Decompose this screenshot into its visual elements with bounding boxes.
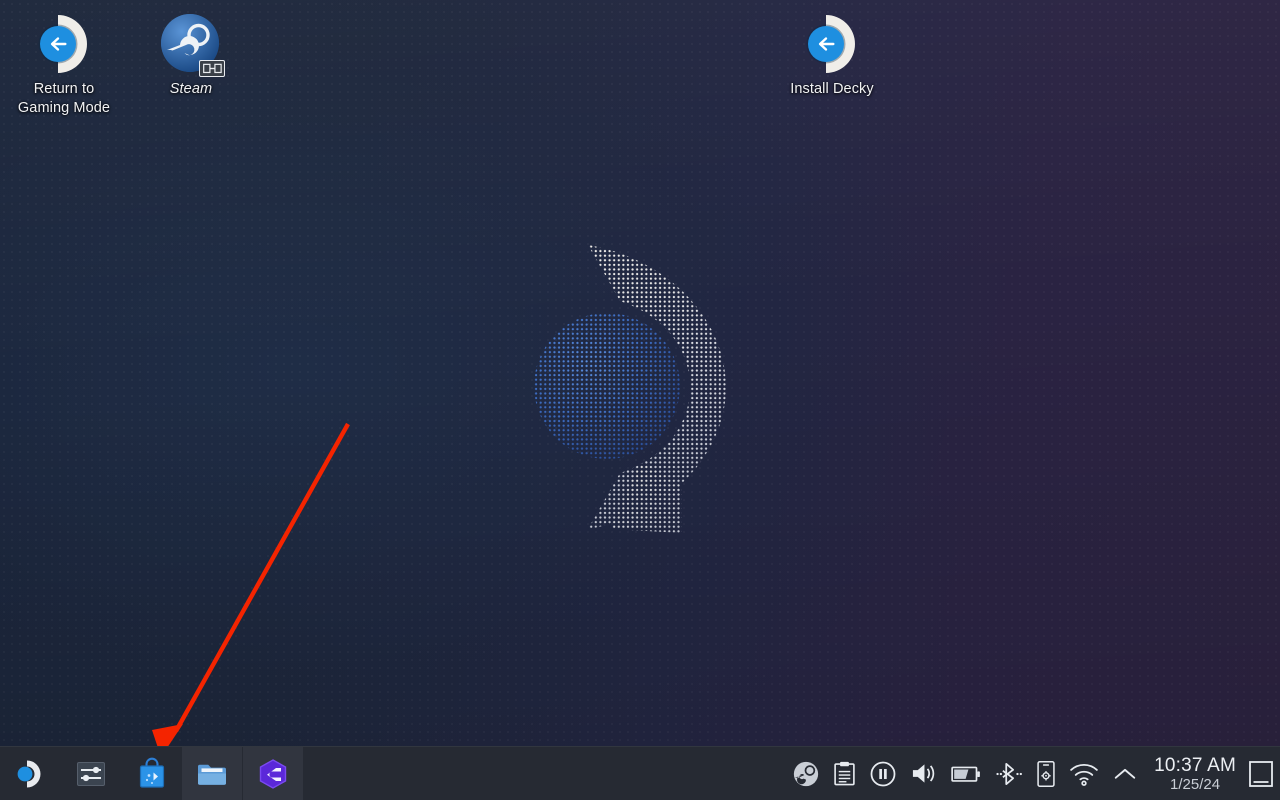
install-decky-arrow-badge <box>808 26 844 62</box>
desktop-icon-steam[interactable]: Steam <box>127 6 255 99</box>
taskbar-spacer <box>304 747 786 800</box>
shopping-bag-icon <box>135 757 169 791</box>
taskbar-left-section <box>0 747 304 800</box>
taskbar: 10:37 AM 1/25/24 <box>0 746 1280 800</box>
install-decky-icon <box>800 12 864 76</box>
taskbar-task-emudeck-tool[interactable] <box>243 747 304 800</box>
desktop-screen: Return to Gaming Mode <box>0 0 1280 800</box>
show-desktop-icon <box>1248 760 1274 788</box>
steam-icon <box>159 12 223 76</box>
application-launcher-button[interactable] <box>0 747 60 800</box>
tray-item-network[interactable] <box>1062 747 1106 800</box>
battery-icon <box>951 763 981 785</box>
desktop-wallpaper <box>0 0 1280 800</box>
phone-gear-icon <box>1037 760 1055 788</box>
desktop-icon-label: Install Decky <box>768 80 896 99</box>
desktop-icon-install-decky[interactable]: Install Decky <box>768 6 896 99</box>
system-tray: 10:37 AM 1/25/24 <box>786 747 1280 800</box>
folder-icon <box>195 757 229 791</box>
tray-item-bluetooth[interactable] <box>988 747 1030 800</box>
steamos-logo-disc <box>534 313 680 459</box>
steamos-launcher-icon <box>14 758 46 790</box>
wifi-icon <box>1069 762 1099 786</box>
tray-item-media-player[interactable] <box>863 747 903 800</box>
pause-circle-icon <box>870 761 896 787</box>
steamos-logo-watermark <box>520 235 740 535</box>
tray-item-clipboard[interactable] <box>826 747 863 800</box>
shortcut-link-badge <box>199 60 225 77</box>
purple-hexagon-icon <box>256 757 290 791</box>
clock-time: 10:37 AM <box>1154 755 1236 776</box>
clipboard-icon <box>833 761 856 786</box>
taskbar-task-dolphin-file-manager[interactable] <box>182 747 243 800</box>
steamos-logo-halftone <box>520 235 740 535</box>
taskbar-pin-discover-software-center[interactable] <box>121 747 182 800</box>
desktop-icon-label: Steam <box>127 80 255 99</box>
show-desktop-button[interactable] <box>1244 747 1278 800</box>
tray-item-battery[interactable] <box>944 747 988 800</box>
clock-date: 1/25/24 <box>1170 776 1220 793</box>
digital-clock[interactable]: 10:37 AM 1/25/24 <box>1144 747 1244 800</box>
taskbar-pin-system-settings[interactable] <box>60 747 121 800</box>
return-to-gaming-mode-icon <box>32 12 96 76</box>
steam-icon <box>793 761 819 787</box>
desktop-icon-label-line1: Return to <box>0 80 128 99</box>
tray-show-hidden-items-button[interactable] <box>1106 747 1144 800</box>
tray-item-volume[interactable] <box>903 747 944 800</box>
bluetooth-icon <box>995 762 1023 786</box>
return-arrow-badge <box>40 26 76 62</box>
tray-item-device-notifier[interactable] <box>1030 747 1062 800</box>
chevron-up-icon <box>1113 765 1137 783</box>
speaker-icon <box>910 761 937 786</box>
desktop-icon-label-line2: Gaming Mode <box>0 99 128 118</box>
sliders-icon <box>75 758 107 790</box>
desktop-icon-return-to-gaming-mode[interactable]: Return to Gaming Mode <box>0 6 128 118</box>
tray-item-steam[interactable] <box>786 747 826 800</box>
